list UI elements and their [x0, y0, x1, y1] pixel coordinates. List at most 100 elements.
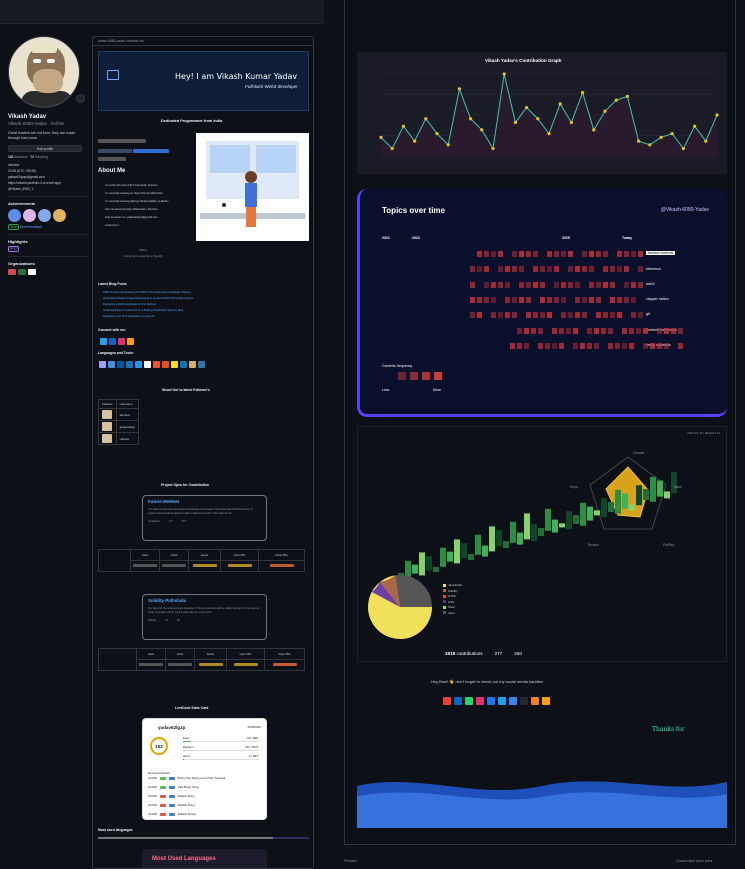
leetcode-card[interactable]: yadav62lgzp #1030020 152 Easy 92 / 836 M…	[142, 718, 267, 820]
readme-path[interactable]: vikash-6080-yadav / readme.md	[93, 37, 313, 46]
org-avatar[interactable]	[8, 269, 16, 275]
graph-point	[558, 102, 562, 106]
footer-wave	[357, 781, 727, 828]
topic-cell	[568, 266, 573, 273]
repo-name[interactable]: Future.WebNet	[148, 499, 261, 504]
table-row[interactable]: vaibhav	[98, 432, 139, 445]
stat-shield[interactable]	[168, 663, 192, 666]
topic-cell	[638, 266, 643, 273]
top-nav-bar	[0, 0, 324, 24]
leetcode-icon[interactable]	[542, 697, 550, 705]
followers-count[interactable]: 182	[8, 155, 14, 159]
repo-name[interactable]: Solidity-Pathshala	[148, 598, 261, 603]
stat-shield[interactable]	[233, 663, 258, 666]
topic-label: clapper nation	[646, 297, 669, 301]
leetcode-activity-title: Recent Activities	[148, 771, 171, 775]
topic-cell	[622, 327, 627, 334]
instagram-icon[interactable]	[476, 697, 484, 705]
table-row[interactable]: geekeekaigr	[98, 420, 139, 433]
topic-cell	[519, 266, 524, 273]
readme-panel: vikash-6080-yadav / readme.md Hey! I am …	[92, 36, 314, 869]
stat-shield[interactable]	[133, 564, 157, 567]
stat-shield[interactable]	[192, 564, 217, 567]
avatar[interactable]	[8, 36, 80, 108]
blog-link[interactable]: AWS for Free: Empowering the AWS Communi…	[103, 291, 193, 294]
email-link[interactable]: yadav62/gopi@gmail.com	[8, 175, 88, 179]
topic-cell	[533, 281, 538, 288]
stat-shield[interactable]	[272, 663, 297, 666]
stat-shield[interactable]	[198, 663, 223, 666]
topic-cell	[617, 251, 622, 257]
blog-link[interactable]: Deploying a Web3 Application to the Spli…	[103, 303, 193, 306]
profile-views-badge[interactable]	[98, 139, 146, 143]
table-row[interactable]: akpriteoi	[98, 408, 139, 421]
connect-icons	[100, 338, 134, 345]
follower-username[interactable]: akpriteoi	[115, 408, 139, 421]
blog-link[interactable]: Deploying Your First Application on App …	[103, 315, 193, 318]
iso-bar	[580, 502, 586, 526]
github-icon[interactable]	[520, 697, 528, 705]
following-count[interactable]: 72	[30, 155, 34, 159]
follower-avatar[interactable]	[102, 422, 112, 431]
gmail-icon[interactable]	[443, 697, 451, 705]
repo-card-solidity-pathshala[interactable]: Solidity-Pathshala Our place for the sma…	[142, 594, 267, 640]
topic-cell	[631, 296, 636, 303]
twitter-icon[interactable]	[498, 697, 506, 705]
org-avatar[interactable]	[28, 269, 36, 275]
blog-link[interactable]: Automating Docker Image Deployment to Am…	[103, 297, 193, 300]
edit-profile-button[interactable]: Edit profile	[8, 145, 82, 152]
topic-cell	[484, 296, 489, 303]
linkedin-icon[interactable]	[454, 697, 462, 705]
repo-owner-avatar[interactable]	[98, 648, 137, 671]
instagram-icon[interactable]	[118, 338, 125, 345]
topic-cell	[484, 251, 489, 257]
topics-title: Topics over time	[382, 206, 445, 215]
blog-list: AWS for Free: Empowering the AWS Communi…	[103, 291, 193, 321]
git-icon	[153, 361, 160, 368]
whatsapp-icon[interactable]	[465, 697, 473, 705]
iso-bar	[468, 554, 474, 560]
stat-shield[interactable]	[139, 663, 163, 666]
spotify-status[interactable]: Currently not playing on Spotify	[103, 254, 183, 258]
repo-owner-avatar[interactable]	[98, 549, 131, 572]
topic-cell	[554, 296, 559, 303]
org-avatar[interactable]	[18, 269, 26, 275]
twitter-link[interactable]: @Vikash_6080_Y	[8, 187, 88, 191]
github-followers-badge[interactable]	[98, 157, 126, 161]
stat-shield[interactable]	[162, 564, 186, 567]
legend-item: other	[443, 611, 462, 615]
leetcode-icon[interactable]	[127, 338, 134, 345]
topic-cell	[526, 281, 531, 288]
send-feedback-link[interactable]: Send feedback	[20, 225, 42, 229]
achievement-badge[interactable]	[23, 209, 36, 222]
stackoverflow-icon[interactable]	[531, 697, 539, 705]
achievement-badge[interactable]	[8, 209, 21, 222]
follower-avatar[interactable]	[102, 434, 112, 443]
website-link[interactable]: https://vikash-portfolio-3.d.vercel.app/	[8, 181, 88, 185]
facebook-icon[interactable]	[487, 697, 495, 705]
follower-avatar[interactable]	[102, 410, 112, 419]
twitter-follow-badge[interactable]	[98, 149, 132, 153]
linkedin-badge[interactable]	[133, 149, 169, 153]
achievement-badge[interactable]	[53, 209, 66, 222]
stat-shield[interactable]	[269, 564, 294, 567]
profile-name: Vikash Yadav	[8, 114, 47, 120]
repo-card-futurewebnet[interactable]: Future.WebNet Our place for the web3 dev…	[142, 495, 267, 541]
iso-bar	[650, 476, 656, 502]
web-icon[interactable]	[509, 697, 517, 705]
follower-username[interactable]: vaibhav	[115, 432, 139, 445]
stat-shield[interactable]	[227, 564, 252, 567]
follower-username[interactable]: geekeekaigr	[115, 420, 139, 433]
social-icons	[443, 697, 550, 705]
customize-pins-link[interactable]: Customize your pins	[676, 858, 712, 863]
topic-cell	[643, 327, 648, 334]
topic-cell	[664, 327, 669, 334]
set-status-button[interactable]	[76, 94, 85, 103]
blog-link[interactable]: Understanding a Contract fix for a Node.…	[103, 309, 193, 312]
lc-medium-value: 38 / 1675	[245, 745, 258, 749]
linkedin-icon[interactable]	[109, 338, 116, 345]
topic-cell	[561, 312, 566, 319]
pro-badge: PRO	[8, 246, 20, 252]
achievement-badge[interactable]	[38, 209, 51, 222]
twitter-icon[interactable]	[100, 338, 107, 345]
